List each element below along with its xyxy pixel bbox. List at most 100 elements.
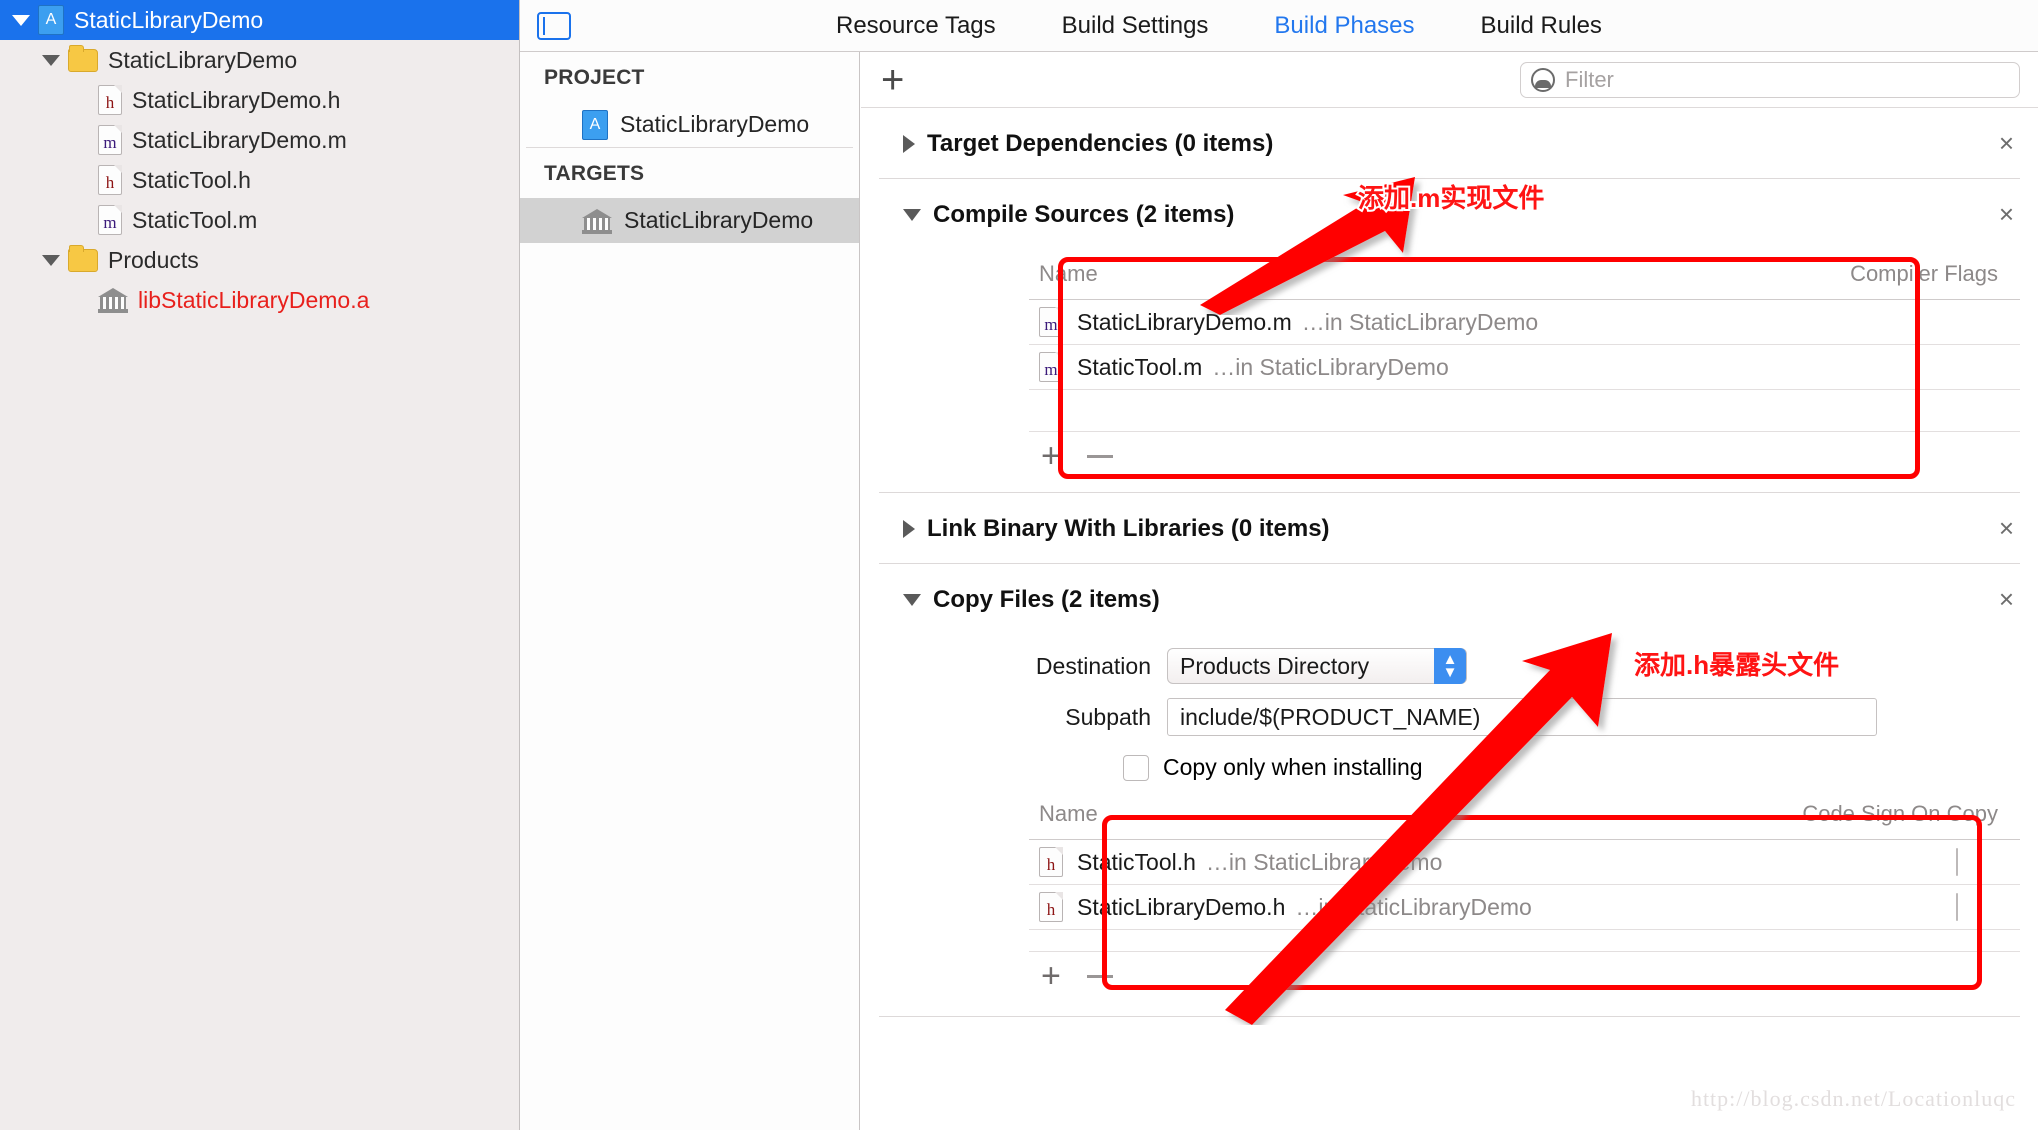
navigator-item-statictool-m[interactable]: m StaticTool.m <box>0 200 519 240</box>
phase-title: Compile Sources (2 items) <box>933 201 1235 228</box>
code-sign-checkbox[interactable] <box>1956 892 1958 921</box>
column-header-code-sign-on-copy: Code Sign On Copy <box>1802 801 1998 826</box>
project-item-staticlibrarydemo[interactable]: A StaticLibraryDemo <box>520 102 859 147</box>
phase-target-dependencies[interactable]: Target Dependencies (0 items) × <box>861 108 2038 178</box>
static-library-icon <box>582 208 612 234</box>
copy-only-checkbox[interactable] <box>1123 754 1149 781</box>
divider <box>879 1016 2020 1017</box>
file-name: StaticLibraryDemo.m <box>1077 308 1292 335</box>
chevron-down-icon[interactable] <box>903 209 921 221</box>
static-library-icon <box>98 287 128 313</box>
project-targets-sidebar: PROJECT A StaticLibraryDemo TARGETS Stat… <box>520 52 860 1130</box>
implementation-file-icon: m <box>98 125 122 155</box>
add-build-phase-button[interactable]: + <box>881 60 904 100</box>
table-footer: + <box>1029 432 2020 480</box>
destination-label: Destination <box>1035 652 1151 679</box>
chevron-right-icon[interactable] <box>903 520 915 538</box>
chevron-down-icon[interactable] <box>42 254 60 266</box>
chevron-right-icon[interactable] <box>903 135 915 153</box>
subpath-label: Subpath <box>1065 703 1151 730</box>
folder-icon <box>68 44 98 72</box>
subpath-row: Subpath include/$(PRODUCT_NAME) <box>861 698 2038 736</box>
target-item-staticlibrarydemo[interactable]: StaticLibraryDemo <box>520 198 859 243</box>
table-row[interactable]: m StaticTool.m …in StaticLibraryDemo <box>1029 345 2020 390</box>
navigator-item-project[interactable]: A StaticLibraryDemo <box>0 0 519 40</box>
phase-title: Link Binary With Libraries (0 items) <box>927 515 1330 542</box>
add-file-button[interactable]: + <box>1041 957 1061 996</box>
editor-tab-bar: Resource Tags Build Settings Build Phase… <box>520 0 2038 52</box>
chevron-down-icon[interactable] <box>903 594 921 606</box>
file-name: StaticTool.m <box>1077 353 1203 380</box>
chevron-down-icon[interactable] <box>42 54 60 66</box>
phase-link-binary-with-libraries[interactable]: Link Binary With Libraries (0 items) × <box>861 493 2038 563</box>
watermark: http://blog.csdn.net/Locationluqc <box>1690 1086 2016 1111</box>
close-icon[interactable]: × <box>1999 201 2014 227</box>
table-row[interactable]: h StaticTool.h …in StaticLibraryDemo <box>1029 840 2020 885</box>
column-header-name: Name <box>1039 801 1098 826</box>
navigator-item-label: StaticLibraryDemo <box>74 6 264 33</box>
navigator-toggle-icon[interactable] <box>537 11 571 40</box>
navigator-item-group-products[interactable]: Products <box>0 240 519 280</box>
file-location: …in StaticLibraryDemo <box>1212 353 1449 380</box>
header-file-icon: h <box>98 85 122 115</box>
project-section-header: PROJECT <box>544 66 645 89</box>
code-sign-checkbox[interactable] <box>1956 847 1958 876</box>
table-header: Name Compiler Flags <box>1029 255 2020 300</box>
file-name: StaticTool.h <box>1077 848 1196 875</box>
filter-placeholder: Filter <box>1565 67 1614 92</box>
navigator-item-group-staticlibrarydemo[interactable]: StaticLibraryDemo <box>0 40 519 80</box>
remove-file-button[interactable] <box>1086 974 1113 978</box>
compile-sources-table: Name Compiler Flags m StaticLibraryDemo.… <box>1029 255 2020 480</box>
table-row[interactable]: h StaticLibraryDemo.h …in StaticLibraryD… <box>1029 885 2020 930</box>
column-header-name: Name <box>1039 261 1098 286</box>
tab-build-settings[interactable]: Build Settings <box>1062 12 1209 40</box>
filter-field[interactable]: Filter <box>1520 62 2020 98</box>
annotation-label-compile-sources: 添加.m实现文件 <box>1356 181 1546 215</box>
tab-build-phases[interactable]: Build Phases <box>1274 12 1414 40</box>
file-name: StaticLibraryDemo.h <box>1077 893 1286 920</box>
copy-files-table: Name Code Sign On Copy h StaticTool.h …i… <box>1029 795 2020 1000</box>
chevron-down-icon[interactable] <box>12 14 30 26</box>
tab-build-rules[interactable]: Build Rules <box>1481 12 1602 40</box>
table-footer: + <box>1029 952 2020 1000</box>
tab-resource-tags[interactable]: Resource Tags <box>836 12 996 40</box>
implementation-file-icon: m <box>1039 352 1063 382</box>
add-file-button[interactable]: + <box>1041 437 1061 476</box>
close-icon[interactable]: × <box>1999 586 2014 612</box>
implementation-file-icon: m <box>98 205 122 235</box>
destination-value: Products Directory <box>1180 652 1370 679</box>
navigator-item-label: StaticLibraryDemo.h <box>132 86 341 113</box>
navigator-item-libstaticlibrarydemo-a[interactable]: libStaticLibraryDemo.a <box>0 280 519 320</box>
navigator-item-label: StaticTool.h <box>132 166 251 193</box>
folder-icon <box>68 244 98 272</box>
targets-section-header: TARGETS <box>544 162 645 185</box>
phase-copy-files[interactable]: Copy Files (2 items) × <box>861 564 2038 634</box>
navigator-item-staticlibrarydemo-m[interactable]: m StaticLibraryDemo.m <box>0 120 519 160</box>
table-header: Name Code Sign On Copy <box>1029 795 2020 840</box>
close-icon[interactable]: × <box>1999 515 2014 541</box>
copy-only-when-installing-row[interactable]: Copy only when installing <box>1123 754 2038 781</box>
annotation-label-copy-files: 添加.h暴露头文件 <box>1632 648 1841 682</box>
header-file-icon: h <box>1039 847 1063 877</box>
remove-file-button[interactable] <box>1086 454 1113 458</box>
file-location: …in StaticLibraryDemo <box>1295 893 1532 920</box>
destination-row: Destination Products Directory ▲ ▼ <box>861 648 2038 684</box>
header-file-icon: h <box>98 165 122 195</box>
subpath-input[interactable]: include/$(PRODUCT_NAME) <box>1167 698 1877 736</box>
tab-list: Resource Tags Build Settings Build Phase… <box>836 12 1602 40</box>
project-item-label: StaticLibraryDemo <box>620 111 810 137</box>
build-phases-toolbar: + Filter <box>861 52 2038 108</box>
close-icon[interactable]: × <box>1999 130 2014 156</box>
phase-title: Target Dependencies (0 items) <box>927 130 1274 157</box>
navigator-item-label: StaticLibraryDemo <box>108 46 298 73</box>
table-row[interactable]: m StaticLibraryDemo.m …in StaticLibraryD… <box>1029 300 2020 345</box>
navigator-item-label: Products <box>108 246 199 273</box>
phase-title: Copy Files (2 items) <box>933 586 1160 613</box>
table-empty-row <box>1029 930 2020 952</box>
xcode-project-icon: A <box>38 5 64 35</box>
destination-select[interactable]: Products Directory ▲ ▼ <box>1167 648 1467 684</box>
navigator-item-staticlibrarydemo-h[interactable]: h StaticLibraryDemo.h <box>0 80 519 120</box>
table-empty-row <box>1029 390 2020 432</box>
file-location: …in StaticLibraryDemo <box>1205 848 1443 875</box>
navigator-item-statictool-h[interactable]: h StaticTool.h <box>0 160 519 200</box>
